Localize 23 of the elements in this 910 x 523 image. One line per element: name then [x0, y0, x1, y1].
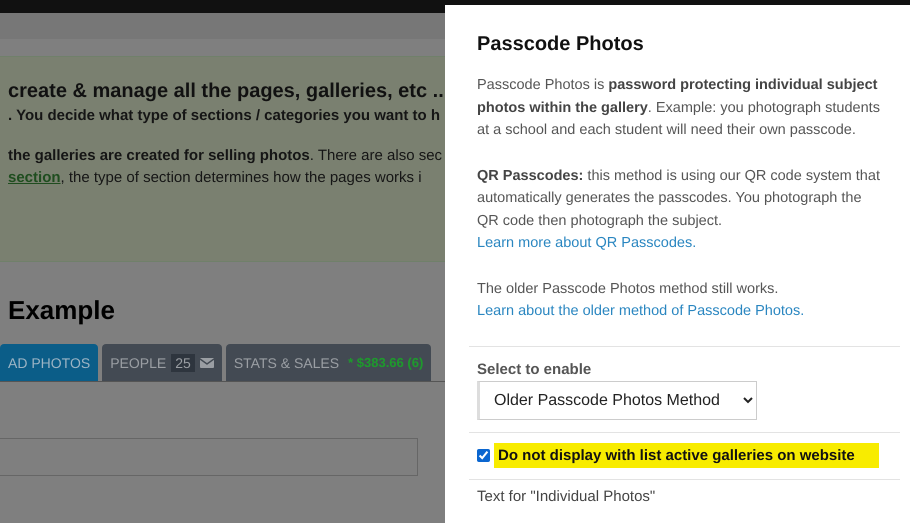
checkbox[interactable]: [477, 448, 490, 462]
count-badge: 25: [171, 354, 195, 372]
method-select[interactable]: Older Passcode Photos Method: [477, 380, 757, 420]
paragraph: The older Passcode Photos method still works.: [477, 280, 778, 296]
page-title: Example: [8, 294, 116, 326]
panel-title: Passcode Photos: [477, 33, 645, 56]
section-link[interactable]: section: [8, 167, 61, 189]
notice-text: , the type of section determines how the pages works i: [60, 168, 422, 188]
select-label: Select to enable: [477, 360, 592, 378]
help-link[interactable]: Learn about the older method of Passcode Photos.: [477, 300, 882, 322]
checkbox-label: Do not display with list active galleries on website: [494, 442, 879, 468]
tab[interactable]: STATS & SALES * $383.66 (6): [226, 344, 432, 381]
help-link[interactable]: Learn more about QR Passcodes.: [477, 232, 882, 254]
notice-heading: create & manage all the pages, galleries, etc ...: [8, 79, 445, 104]
paragraph: QR Passcodes: this method is using our QR code system that automatically generates the passcodes. You photograph the QR code then photograph the subject.: [477, 168, 880, 228]
notice-text: . You decide what type of sections / categories you want to h: [8, 106, 442, 126]
tab[interactable]: PEOPLE 25: [102, 344, 222, 381]
field-label: Text for "Individual Photos": [477, 488, 656, 506]
paragraph: Passcode Photos is password protecting individual subject photos within the gallery. Example: you photograph students at a school and each student will need their own passcode.: [477, 77, 880, 138]
input-field[interactable]: [0, 438, 418, 476]
tab[interactable]: AD PHOTOS: [0, 344, 98, 381]
sales-amount: * $383.66 (6): [348, 355, 424, 370]
notice-text: the galleries are created for selling photos. There are also sec: [8, 146, 444, 166]
